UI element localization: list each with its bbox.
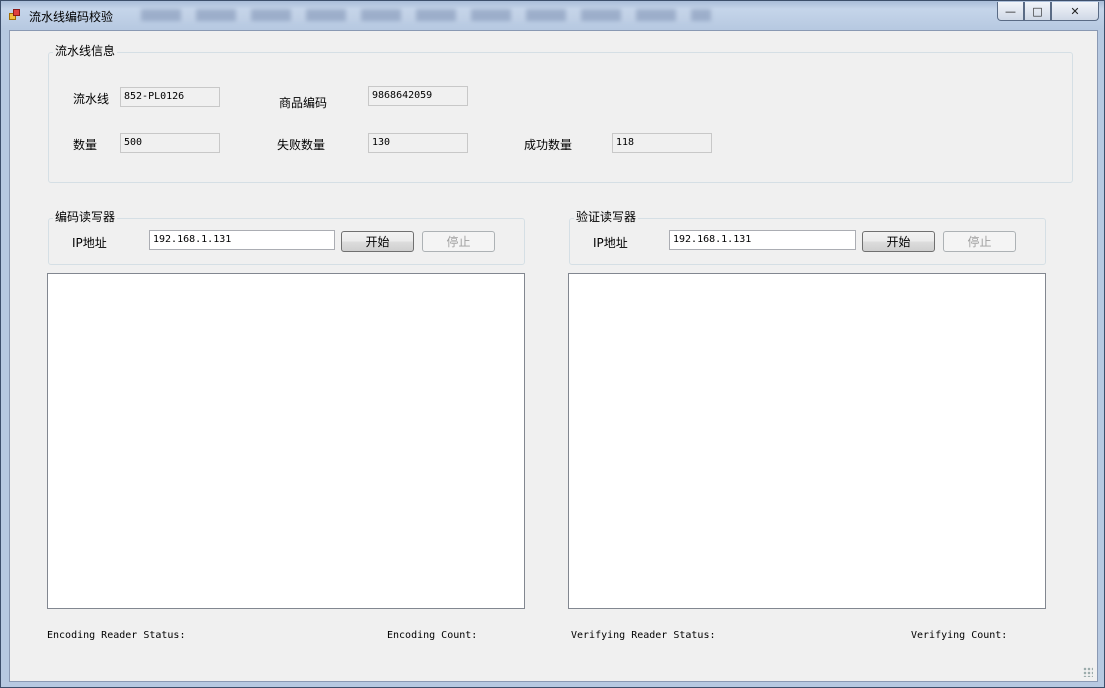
encoding-ip-input[interactable]: 192.168.1.131 [149, 230, 335, 250]
verifying-reader-group-title: 验证读写器 [574, 208, 639, 225]
maximize-button[interactable]: □ [1024, 2, 1051, 21]
close-button[interactable]: ✕ [1051, 2, 1099, 21]
quantity-field[interactable]: 500 [120, 133, 220, 153]
fail-count-label: 失败数量 [277, 138, 326, 152]
line-field[interactable]: 852-PL0126 [120, 87, 220, 107]
app-window: 流水线编码校验 — □ ✕ 流水线信息 流水线 852-PL0126 商品编码 … [0, 0, 1105, 688]
verifying-count-label: Verifying Count: [911, 630, 1008, 641]
quantity-label: 数量 [73, 138, 98, 152]
verifying-stop-button[interactable]: 停止 [943, 231, 1016, 252]
title-bar[interactable]: 流水线编码校验 — □ ✕ [1, 1, 1104, 29]
encoding-ip-label: IP地址 [72, 236, 107, 250]
app-icon [9, 9, 21, 21]
client-area: 流水线信息 流水线 852-PL0126 商品编码 9868642059 数量 … [9, 30, 1098, 682]
encoding-count-label: Encoding Count: [387, 630, 478, 641]
encoding-status-label: Encoding Reader Status: [47, 630, 186, 641]
blurred-background [141, 9, 711, 21]
verifying-ip-input[interactable]: 192.168.1.131 [669, 230, 856, 250]
verifying-start-button[interactable]: 开始 [862, 231, 935, 252]
product-code-label: 商品编码 [279, 96, 328, 110]
encoding-log-box[interactable] [47, 273, 525, 609]
resize-grip[interactable] [1083, 667, 1093, 677]
encoding-reader-group-title: 编码读写器 [53, 208, 118, 225]
product-code-field[interactable]: 9868642059 [368, 86, 468, 106]
encoding-stop-button[interactable]: 停止 [422, 231, 495, 252]
verifying-status-label: Verifying Reader Status: [571, 630, 716, 641]
verifying-ip-label: IP地址 [593, 236, 628, 250]
line-info-group-title: 流水线信息 [53, 42, 118, 59]
line-info-group [48, 52, 1073, 183]
line-label: 流水线 [73, 92, 110, 106]
success-count-field[interactable]: 118 [612, 133, 712, 153]
minimize-button[interactable]: — [997, 2, 1024, 21]
fail-count-field[interactable]: 130 [368, 133, 468, 153]
encoding-start-button[interactable]: 开始 [341, 231, 414, 252]
success-count-label: 成功数量 [524, 138, 573, 152]
window-title: 流水线编码校验 [29, 10, 114, 24]
verifying-log-box[interactable] [568, 273, 1046, 609]
